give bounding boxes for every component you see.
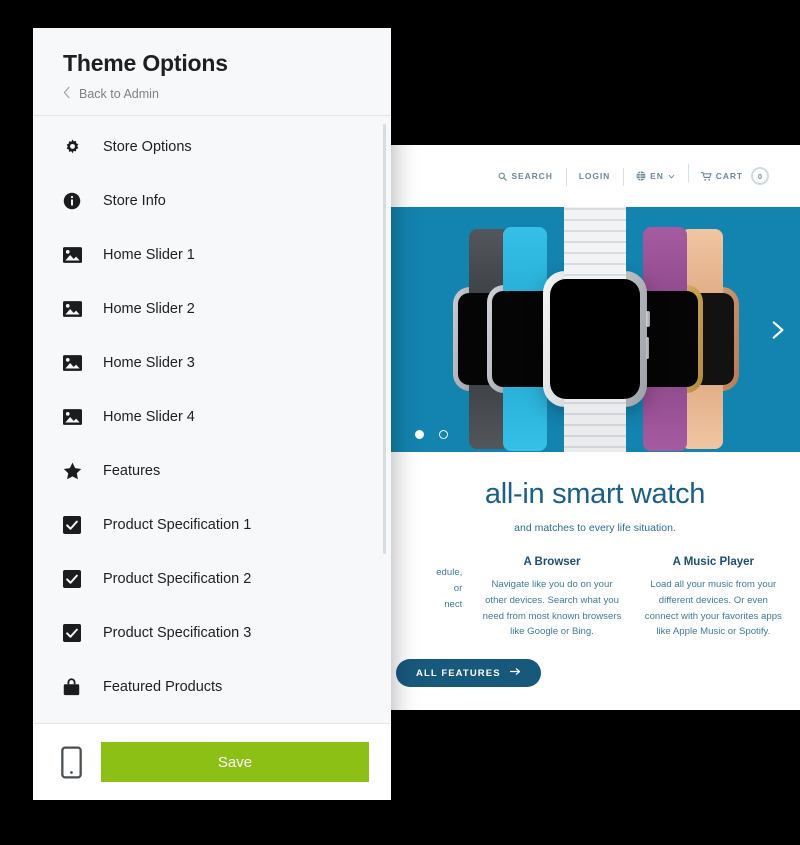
menu-item-product-specification-1[interactable]: Product Specification 1 (33, 498, 391, 552)
checkbox-icon (63, 624, 91, 642)
menu-item-home-slider-1[interactable]: Home Slider 1 (33, 228, 391, 282)
image-icon (63, 247, 91, 263)
nav-language-label: EN (650, 171, 664, 181)
theme-options-panel: Theme Options Back to Admin Store Option… (33, 28, 391, 800)
menu-item-featured-products[interactable]: Featured Products (33, 660, 391, 714)
menu-item-label: Home Slider 1 (103, 247, 195, 263)
carousel-next-button[interactable] (764, 317, 790, 343)
menu-item-label: Featured Products (103, 679, 223, 695)
save-button[interactable]: Save (101, 742, 369, 782)
all-features-button[interactable]: ALL FEATURES (396, 659, 541, 688)
screen: SEARCH LOGIN EN CART 0 all-in smart watc… (0, 0, 800, 845)
info-icon (63, 192, 91, 210)
menu-item-label: Store Info (103, 193, 166, 209)
all-features-label: ALL FEATURES (416, 667, 501, 679)
nav-cart-label: CART (715, 171, 743, 181)
back-to-admin-link[interactable]: Back to Admin (63, 86, 361, 101)
menu-item-label: Product Specification 1 (103, 517, 252, 533)
nav-login[interactable]: LOGIN (565, 168, 623, 186)
feature-body-clipped: edule, or nect (436, 567, 463, 610)
menu-item-label: Home Slider 4 (103, 409, 195, 425)
save-button-label: Save (217, 753, 253, 771)
carousel-dots[interactable] (415, 430, 448, 439)
feature-columns: edule, or nect A Browser Navigate like y… (390, 556, 800, 640)
chevron-left-icon (63, 86, 71, 101)
feature-title-browser: A Browser (523, 556, 581, 568)
hero-heading: all-in smart watch (484, 478, 706, 510)
menu-item-store-options[interactable]: Store Options (33, 120, 391, 174)
feature-column-music: A Music Player Load all your music from … (633, 556, 794, 640)
feature-body-browser: Navigate like you do on your other devic… (482, 579, 622, 638)
menu-item-home-slider-4[interactable]: Home Slider 4 (33, 390, 391, 444)
menu-item-features[interactable]: Features (33, 444, 391, 498)
gear-icon (63, 138, 91, 157)
menu-item-product-specification-3[interactable]: Product Specification 3 (33, 606, 391, 660)
page-title: Theme Options (63, 50, 228, 76)
theme-options-menu: Store Options Store Info Home Slider 1 H… (33, 116, 391, 723)
cta-row: ALL FEATURES (390, 659, 800, 688)
checkbox-icon (63, 516, 91, 534)
menu-item-label: Home Slider 2 (103, 301, 195, 317)
mobile-phone-icon[interactable] (55, 745, 87, 779)
cart-count-badge: 0 (751, 167, 769, 185)
feature-column-browser: A Browser Navigate like you do on your o… (471, 556, 632, 640)
back-to-admin-label: Back to Admin (79, 86, 159, 101)
hero-section: all-in smart watch and matches to every … (390, 452, 800, 534)
site-header: SEARCH LOGIN EN CART 0 (390, 145, 800, 207)
site-preview: SEARCH LOGIN EN CART 0 all-in smart watc… (390, 145, 800, 710)
shopping-bag-icon (63, 678, 91, 696)
menu-item-label: Home Slider 3 (103, 355, 195, 371)
panel-footer: Save (33, 723, 391, 800)
globe-icon (636, 171, 646, 181)
image-icon (63, 355, 91, 371)
feature-column-clipped: edule, or nect (390, 556, 471, 640)
menu-item-product-specification-2[interactable]: Product Specification 2 (33, 552, 391, 606)
feature-title-music: A Music Player (672, 556, 755, 568)
arrow-right-icon (509, 667, 521, 679)
nav-cart[interactable]: CART 0 (687, 164, 782, 185)
menu-item-label: Product Specification 2 (103, 571, 252, 587)
menu-item-label: Features (103, 463, 161, 479)
checkbox-icon (63, 570, 91, 588)
hero-subheading: and matches to every life situation. (514, 522, 676, 534)
watch-product-image (390, 207, 800, 452)
menu-item-store-info[interactable]: Store Info (33, 174, 391, 228)
feature-body-music: Load all your music from your different … (644, 579, 782, 638)
nav-search-label: SEARCH (511, 171, 553, 181)
site-nav: SEARCH LOGIN EN CART 0 (485, 164, 782, 186)
search-icon (498, 172, 508, 181)
menu-item-label: Store Options (103, 139, 192, 155)
star-icon (63, 462, 91, 480)
carousel-dot-inactive[interactable] (439, 430, 448, 439)
chevron-down-icon (668, 173, 675, 180)
panel-header: Theme Options Back to Admin (33, 28, 391, 116)
carousel-dot-active[interactable] (415, 430, 424, 439)
hero-carousel[interactable] (390, 207, 800, 452)
menu-item-home-slider-2[interactable]: Home Slider 2 (33, 282, 391, 336)
image-icon (63, 409, 91, 425)
cart-icon (700, 171, 712, 181)
menu-item-label: Product Specification 3 (103, 625, 252, 641)
menu-scrollbar[interactable] (383, 124, 386, 554)
image-icon (63, 301, 91, 317)
nav-language[interactable]: EN (623, 168, 688, 186)
menu-item-home-slider-3[interactable]: Home Slider 3 (33, 336, 391, 390)
nav-login-label: LOGIN (578, 171, 611, 181)
nav-search[interactable]: SEARCH (485, 171, 565, 181)
